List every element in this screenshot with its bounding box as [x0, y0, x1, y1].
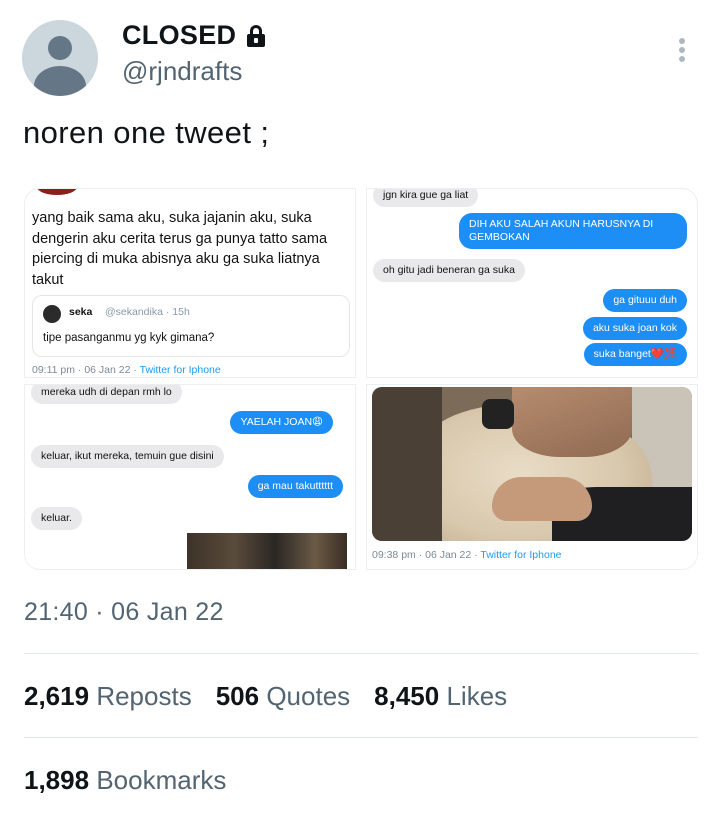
quotes-stat[interactable]: 506 Quotes [216, 681, 350, 712]
cropped-avatar [37, 189, 77, 195]
screenshot-meta: 09:38 pm · 06 Jan 22 · Twitter for Iphon… [372, 549, 562, 561]
screenshot-meta-time: 09:11 pm · 06 Jan 22 · [32, 364, 140, 376]
screenshot-tweet-text: yang baik sama aku, suka jajanin aku, su… [32, 210, 328, 288]
quoted-tweet: seka @sekandika · 15h tipe pasanganmu yg… [32, 295, 350, 357]
chat-bubble-outgoing: ga mau takutttttt [247, 475, 343, 498]
chat-bubble-incoming: jgn kira gue ga liat [373, 189, 479, 207]
quotes-count: 506 [215, 681, 260, 711]
media-image-2[interactable]: jgn kira gue ga liat DIH AKU SALAH AKUN … [366, 188, 698, 378]
avatar-body [34, 66, 86, 96]
likes-count: 8,450 [374, 681, 440, 711]
display-name[interactable]: CLOSED [122, 20, 266, 51]
media-image-3[interactable]: mereka udh di depan rmh lo YAELAH JOAN😩 … [24, 384, 356, 570]
reposts-stat[interactable]: 2,619 Reposts [24, 681, 192, 712]
wristwatch [482, 399, 514, 429]
tweet-text: noren one tweet ; [23, 115, 270, 150]
chat-bubble-incoming: keluar, ikut mereka, temuin gue disini [31, 445, 224, 468]
divider [24, 737, 698, 738]
chat-bubble-outgoing: DIH AKU SALAH AKUN HARUSNYA DI GEMBOKAN [459, 213, 687, 249]
screenshot-meta-source: Twitter for Iphone [139, 364, 221, 376]
bookmarks-count: 1,898 [24, 765, 90, 795]
chat-bubble-incoming: mereka udh di depan rmh lo [31, 385, 182, 404]
photo [372, 387, 692, 541]
media-image-1[interactable]: yang baik sama aku, suka jajanin aku, su… [24, 188, 356, 378]
chat-photo-preview [187, 533, 347, 569]
screenshot-meta: 09:11 pm · 06 Jan 22 · Twitter for Iphon… [32, 364, 221, 376]
quoted-handle: @sekandika · 15h [105, 306, 190, 318]
bookmarks-label: Bookmarks [96, 765, 227, 795]
chat-bubble-outgoing: aku suka joan kok [582, 317, 687, 340]
divider [24, 653, 698, 654]
user-handle[interactable]: @rjndrafts [122, 56, 242, 87]
avatar-head [48, 36, 72, 60]
media-image-4[interactable]: 09:38 pm · 06 Jan 22 · Twitter for Iphon… [366, 384, 698, 570]
display-name-text: CLOSED [122, 20, 237, 50]
reposts-label: Reposts [96, 681, 192, 711]
likes-label: Likes [446, 681, 508, 711]
quotes-label: Quotes [266, 681, 351, 711]
tweet-timestamp[interactable]: 21:40 · 06 Jan 22 [24, 598, 224, 627]
chat-bubble-outgoing: suka banget❤️💯 [583, 343, 687, 366]
chat-bubble-incoming: oh gitu jadi beneran ga suka [373, 259, 525, 282]
more-options-icon[interactable] [672, 36, 692, 64]
quoted-name: seka [69, 306, 93, 318]
chat-bubble-outgoing: ga gituuu duh [603, 289, 687, 312]
avatar[interactable] [22, 20, 98, 96]
reposts-count: 2,619 [24, 681, 90, 711]
engagement-stats: 2,619 Reposts 506 Quotes 8,450 Likes [24, 681, 507, 712]
bookmarks-stat[interactable]: 1,898 Bookmarks [24, 765, 226, 796]
screenshot-meta-source: Twitter for Iphone [480, 549, 562, 561]
quoted-text: tipe pasanganmu yg kyk gimana? [43, 332, 215, 344]
media-grid: yang baik sama aku, suka jajanin aku, su… [24, 188, 698, 570]
screenshot-meta-time: 09:38 pm · 06 Jan 22 · [372, 549, 481, 561]
lock-icon [246, 24, 266, 47]
chat-bubble-incoming: keluar. [31, 507, 82, 530]
chat-bubble-outgoing: YAELAH JOAN😩 [230, 411, 333, 434]
quoted-avatar [43, 305, 61, 323]
likes-stat[interactable]: 8,450 Likes [374, 681, 507, 712]
